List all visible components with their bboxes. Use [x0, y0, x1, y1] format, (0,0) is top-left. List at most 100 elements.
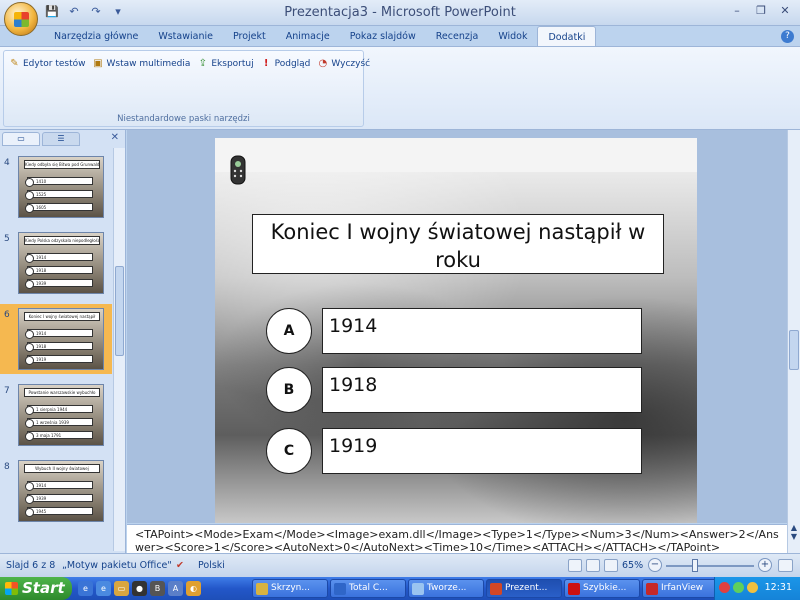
thumbnail-answer: 1939 — [25, 279, 93, 289]
tray-network-icon[interactable] — [719, 582, 730, 593]
fit-to-window-button[interactable] — [778, 559, 793, 572]
slide-thumbnail[interactable]: Powstanie warszawskie wybuchło 1 sierpnia… — [18, 384, 104, 446]
tab-view[interactable]: Widok — [488, 26, 537, 47]
slide-thumbnail[interactable]: Wybuch II wojny światowej 1914 1939 1945 — [18, 460, 104, 522]
text-icon[interactable]: A — [168, 581, 183, 596]
thumbnail-answer: 1 sierpnia 1944 — [25, 405, 93, 415]
close-button[interactable]: ✕ — [776, 3, 794, 19]
start-button[interactable]: Start — [0, 577, 72, 600]
tray-volume-icon[interactable] — [747, 582, 758, 593]
tab-design[interactable]: Projekt — [223, 26, 276, 47]
taskbar-button[interactable]: Tworze... — [408, 579, 484, 598]
theme-name: „Motyw pakietu Office" — [62, 560, 172, 571]
thumbnail-question: Kiedy odbyła się Bitwa pod Grunwaldem — [24, 160, 100, 169]
slide-thumbnail-row[interactable]: 7 Powstanie warszawskie wybuchło 1 sierpni… — [0, 380, 112, 450]
answer-letter-b[interactable]: B — [266, 367, 312, 413]
tab-insert[interactable]: Wstawianie — [148, 26, 223, 47]
office-logo-icon — [14, 12, 29, 27]
scroll-thumb[interactable] — [789, 330, 799, 370]
tab-slides[interactable]: ▭ — [2, 132, 40, 146]
taskbar-button[interactable]: Szybkie... — [564, 579, 640, 598]
insert-media-button[interactable]: ▣ Wstaw multimedia — [91, 57, 190, 70]
spellcheck-icon[interactable]: ✔ — [176, 560, 184, 571]
current-slide[interactable]: Koniec I wojny światowej nastąpił w roku… — [215, 138, 697, 523]
answer-letter-a[interactable]: A — [266, 308, 312, 354]
browser-icon[interactable]: e — [78, 581, 93, 596]
title-bar: 💾 ↶ ↷ ▾ Prezentacja3 - Microsoft PowerPo… — [0, 0, 800, 26]
normal-view-button[interactable] — [568, 559, 582, 572]
taskbar-button[interactable]: Prezent... — [486, 579, 562, 598]
editor-icon: ✎ — [10, 58, 19, 69]
slide-thumbnail-row[interactable]: 6 Koniec I wojny światowej nastąpił 1914 19… — [0, 304, 112, 374]
zoom-slider[interactable] — [666, 565, 754, 567]
clear-button[interactable]: ◔ Wyczyść — [316, 57, 371, 70]
tab-review[interactable]: Recenzja — [426, 26, 489, 47]
quick-launch: e e ▭ ● B A ◐ — [78, 581, 201, 596]
taskbar-button[interactable]: Total C... — [330, 579, 406, 598]
slide-thumbnail-row[interactable]: 4 Kiedy odbyła się Bitwa pod Grunwaldem 14… — [0, 152, 112, 222]
tab-slide-show[interactable]: Pokaz slajdów — [340, 26, 426, 47]
desktop-icon[interactable]: ▭ — [114, 581, 129, 596]
taskbar-button[interactable]: Skrzyn... — [252, 579, 328, 598]
slide-sorter-button[interactable] — [586, 559, 600, 572]
slide-thumbnail-row[interactable]: 8 Wybuch II wojny światowej 1914 1939 1945 — [0, 456, 112, 526]
taskbar-button-label: Prezent... — [505, 583, 548, 593]
tab-animations[interactable]: Animacje — [276, 26, 340, 47]
notes-pane[interactable]: <TAPoint><Mode>Exam</Mode><Image>exam.dl… — [127, 524, 787, 553]
zoom-slider-thumb[interactable] — [692, 559, 699, 572]
thumbnail-answer: 1939 — [25, 494, 93, 504]
test-editor-button[interactable]: ✎ Edytor testów — [8, 57, 85, 70]
zoom-in-button[interactable]: + — [758, 558, 772, 572]
answer-letter-c[interactable]: C — [266, 428, 312, 474]
zoom-level[interactable]: 65% — [622, 560, 643, 571]
language[interactable]: Polski — [198, 560, 225, 571]
tool-label: Wstaw multimedia — [106, 58, 191, 69]
pane-scrollbar[interactable] — [113, 148, 125, 551]
question-box[interactable]: Koniec I wojny światowej nastąpił w roku — [252, 214, 664, 274]
slide-counter: Slajd 6 z 8 — [6, 560, 56, 571]
slide-thumbnail[interactable]: Kiedy odbyła się Bitwa pod Grunwaldem 141… — [18, 156, 104, 218]
thumbnail-list: 4 Kiedy odbyła się Bitwa pod Grunwaldem 14… — [0, 148, 112, 553]
exclamation-icon: ! — [263, 58, 269, 69]
answer-box-a[interactable]: 1914 — [322, 308, 642, 354]
slide-thumbnail-row[interactable]: 5 Kiedy Polska odzyskała niepodległość 191… — [0, 228, 112, 298]
tab-add-ins[interactable]: Dodatki — [537, 26, 597, 47]
pane-close-icon[interactable]: ✕ — [111, 132, 119, 143]
answer-box-c[interactable]: 1919 — [322, 428, 642, 474]
thumbnail-question: Powstanie warszawskie wybuchło — [24, 388, 100, 397]
window-controls: – ❐ ✕ — [728, 3, 794, 19]
restore-button[interactable]: ❐ — [752, 3, 770, 19]
windows-logo-icon — [5, 582, 18, 595]
start-label: Start — [22, 579, 65, 597]
tab-home[interactable]: Narzędzia główne — [44, 26, 148, 47]
scroll-thumb[interactable] — [115, 266, 124, 356]
slide-number: 7 — [4, 386, 10, 396]
thumbnail-answer: 3 maja 1791 — [25, 431, 93, 441]
globe-icon[interactable]: ◐ — [186, 581, 201, 596]
answer-box-b[interactable]: 1918 — [322, 367, 642, 413]
media-player-icon[interactable]: ● — [132, 581, 147, 596]
slide-thumbnail[interactable]: Koniec I wojny światowej nastąpił 1914 191… — [18, 308, 104, 370]
editor-scrollbar[interactable]: ▲ ▼ — [787, 130, 800, 553]
zoom-out-button[interactable]: − — [648, 558, 662, 572]
ie-icon[interactable]: e — [96, 581, 111, 596]
slide-thumbnail[interactable]: Kiedy Polska odzyskała niepodległość 1914… — [18, 232, 104, 294]
tab-outline[interactable]: ☰ — [42, 132, 80, 146]
thumbnail-answer: 1605 — [25, 203, 93, 213]
ribbon: ✎ Edytor testów ▣ Wstaw multimedia ⇪ Eks… — [0, 46, 800, 130]
taskbar-button-label: Total C... — [349, 583, 388, 593]
slide-number: 5 — [4, 234, 10, 244]
prev-next-slide-icons[interactable]: ▲ ▼ — [789, 523, 799, 541]
preview-button[interactable]: ! Podgląd — [260, 57, 311, 70]
tray-update-icon[interactable] — [733, 582, 744, 593]
export-button[interactable]: ⇪ Eksportuj — [196, 57, 254, 70]
tool-label: Podgląd — [274, 58, 311, 69]
slide-show-button[interactable] — [604, 559, 618, 572]
minimize-button[interactable]: – — [728, 3, 746, 19]
bsg-icon[interactable]: B — [150, 581, 165, 596]
tool-label: Eksportuj — [211, 58, 254, 69]
help-icon[interactable]: ? — [781, 30, 794, 43]
office-button[interactable] — [4, 2, 38, 36]
app-icon — [256, 583, 268, 595]
taskbar-button[interactable]: IrfanView — [642, 579, 718, 598]
